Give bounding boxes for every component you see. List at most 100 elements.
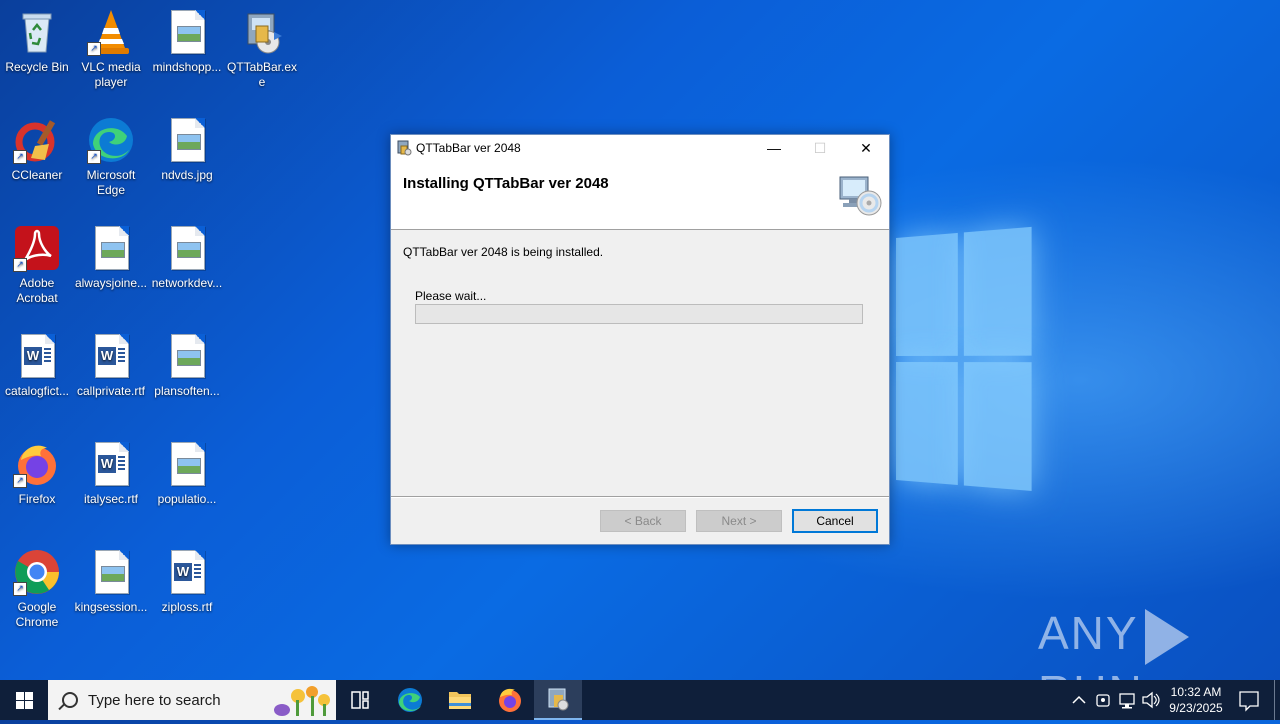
- desktop-icon-networkdev[interactable]: networkdev...: [150, 222, 224, 291]
- installer-icon: [238, 8, 286, 56]
- icon-label: Recycle Bin: [5, 60, 69, 74]
- image-file-icon: [163, 440, 211, 488]
- search-placeholder: Type here to search: [88, 692, 221, 709]
- show-hidden-icons-button[interactable]: [1068, 680, 1090, 720]
- network-icon: [1119, 693, 1135, 709]
- image-file-icon: [163, 116, 211, 164]
- chevron-up-icon: [1072, 695, 1086, 704]
- next-button[interactable]: Next >: [696, 510, 782, 532]
- install-status-text: QTTabBar ver 2048 is being installed.: [403, 245, 604, 259]
- search-icon: [62, 692, 78, 708]
- icon-label: ziploss.rtf: [161, 600, 213, 614]
- taskbar: Type here to search 10:32 AM 9/23/2025: [0, 680, 1280, 720]
- desktop-icon-ndvds[interactable]: ndvds.jpg: [150, 114, 224, 183]
- desktop-icon-google-chrome[interactable]: ↗ Google Chrome: [0, 546, 74, 630]
- image-file-icon: [87, 224, 135, 272]
- taskbar-edge-button[interactable]: [386, 680, 434, 720]
- desktop-icon-adobe-acrobat[interactable]: ↗ Adobe Acrobat: [0, 222, 74, 306]
- tray-volume-button[interactable]: [1140, 680, 1162, 720]
- play-triangle-icon: [1144, 608, 1189, 665]
- task-view-icon: [351, 691, 369, 709]
- recycle-bin-icon: [13, 8, 61, 56]
- taskbar-installer-button[interactable]: [534, 680, 582, 720]
- desktop-icon-firefox[interactable]: ↗ Firefox: [0, 438, 74, 507]
- button-separator: [391, 496, 889, 498]
- word-file-icon: W: [87, 332, 135, 380]
- word-file-icon: W: [87, 440, 135, 488]
- desktop-icon-callprivate[interactable]: W callprivate.rtf: [74, 330, 148, 399]
- cancel-button[interactable]: Cancel: [792, 509, 878, 533]
- taskbar-clock[interactable]: 10:32 AM 9/23/2025: [1162, 684, 1230, 716]
- image-file-icon: [163, 224, 211, 272]
- please-wait-label: Please wait...: [415, 289, 487, 303]
- icon-label: ndvds.jpg: [161, 168, 213, 182]
- computer-cd-icon: [837, 173, 883, 217]
- icon-label: mindshopp...: [152, 60, 222, 74]
- icon-label: plansoften...: [154, 384, 220, 398]
- desktop-icon-mindshopp[interactable]: mindshopp...: [150, 6, 224, 75]
- installer-icon: [396, 140, 412, 156]
- icon-label: Google Chrome: [15, 600, 59, 629]
- installer-icon: [548, 688, 569, 711]
- tray-meet-now-button[interactable]: [1092, 680, 1114, 720]
- desktop-icon-microsoft-edge[interactable]: ↗ Microsoft Edge: [74, 114, 148, 198]
- taskbar-firefox-button[interactable]: [486, 680, 534, 720]
- icon-label: italysec.rtf: [83, 492, 138, 506]
- desktop-icon-alwaysjoine[interactable]: alwaysjoine...: [74, 222, 148, 291]
- desktop-icon-kingsession[interactable]: kingsession...: [74, 546, 148, 615]
- dialog-title: QTTabBar ver 2048: [416, 141, 521, 155]
- notification-icon: [1239, 691, 1259, 712]
- action-center-button[interactable]: [1234, 680, 1264, 720]
- icon-label: Adobe Acrobat: [16, 276, 58, 305]
- word-file-icon: W: [13, 332, 61, 380]
- desktop-icon-recycle-bin[interactable]: Recycle Bin: [0, 6, 74, 75]
- desktop-icon-populatio[interactable]: populatio...: [150, 438, 224, 507]
- chrome-icon: ↗: [13, 548, 61, 596]
- minimize-button[interactable]: —: [751, 135, 797, 161]
- start-button[interactable]: [0, 680, 48, 720]
- dialog-heading: Installing QTTabBar ver 2048: [403, 175, 609, 192]
- word-file-icon: W: [163, 548, 211, 596]
- watermark-left-text: ANY: [1038, 607, 1139, 659]
- firefox-icon: ↗: [13, 440, 61, 488]
- desktop-icon-italysec[interactable]: W italysec.rtf: [74, 438, 148, 507]
- icon-label: CCleaner: [11, 168, 63, 182]
- tray-network-button[interactable]: [1116, 680, 1138, 720]
- icon-label: Microsoft Edge: [86, 168, 136, 197]
- desktop-icon-ziploss[interactable]: W ziploss.rtf: [150, 546, 224, 615]
- icon-label: networkdev...: [151, 276, 223, 290]
- edge-icon: [398, 688, 422, 712]
- desktop-icon-qttabbar-exe[interactable]: QTTabBar.exe: [225, 6, 299, 90]
- close-button[interactable]: ✕: [843, 135, 889, 161]
- icon-label: catalogfict...: [4, 384, 70, 398]
- image-file-icon: [163, 8, 211, 56]
- speaker-icon: [1142, 691, 1160, 709]
- back-button[interactable]: < Back: [600, 510, 686, 532]
- desktop-icon-catalogfict[interactable]: W catalogfict...: [0, 330, 74, 399]
- icon-label: alwaysjoine...: [74, 276, 148, 290]
- taskbar-search-box[interactable]: Type here to search: [48, 680, 336, 720]
- dialog-banner: Installing QTTabBar ver 2048: [391, 161, 889, 230]
- clock-date: 9/23/2025: [1169, 701, 1223, 715]
- icon-label: populatio...: [157, 492, 217, 506]
- installer-dialog[interactable]: QTTabBar ver 2048 — ☐ ✕ Installing QTTab…: [390, 134, 890, 545]
- icon-label: QTTabBar.exe: [226, 60, 298, 89]
- taskbar-file-explorer-button[interactable]: [436, 680, 484, 720]
- dialog-titlebar[interactable]: QTTabBar ver 2048 — ☐ ✕: [391, 135, 889, 161]
- icon-label: Firefox: [18, 492, 56, 506]
- desktop-icon-plansoften[interactable]: plansoften...: [150, 330, 224, 399]
- edge-icon: ↗: [87, 116, 135, 164]
- meet-now-icon: [1096, 694, 1110, 707]
- vlc-icon: ↗: [87, 8, 135, 56]
- maximize-button[interactable]: ☐: [797, 135, 843, 161]
- desktop-icon-vlc[interactable]: ↗ VLC media player: [74, 6, 148, 90]
- icon-label: callprivate.rtf: [76, 384, 146, 398]
- file-explorer-icon: [449, 692, 471, 709]
- task-view-button[interactable]: [336, 680, 384, 720]
- desktop-icon-ccleaner[interactable]: ↗ CCleaner: [0, 114, 74, 183]
- show-desktop-button[interactable]: [1274, 680, 1280, 720]
- image-file-icon: [87, 548, 135, 596]
- ccleaner-icon: ↗: [13, 116, 61, 164]
- acrobat-icon: ↗: [13, 224, 61, 272]
- icon-label: kingsession...: [74, 600, 148, 614]
